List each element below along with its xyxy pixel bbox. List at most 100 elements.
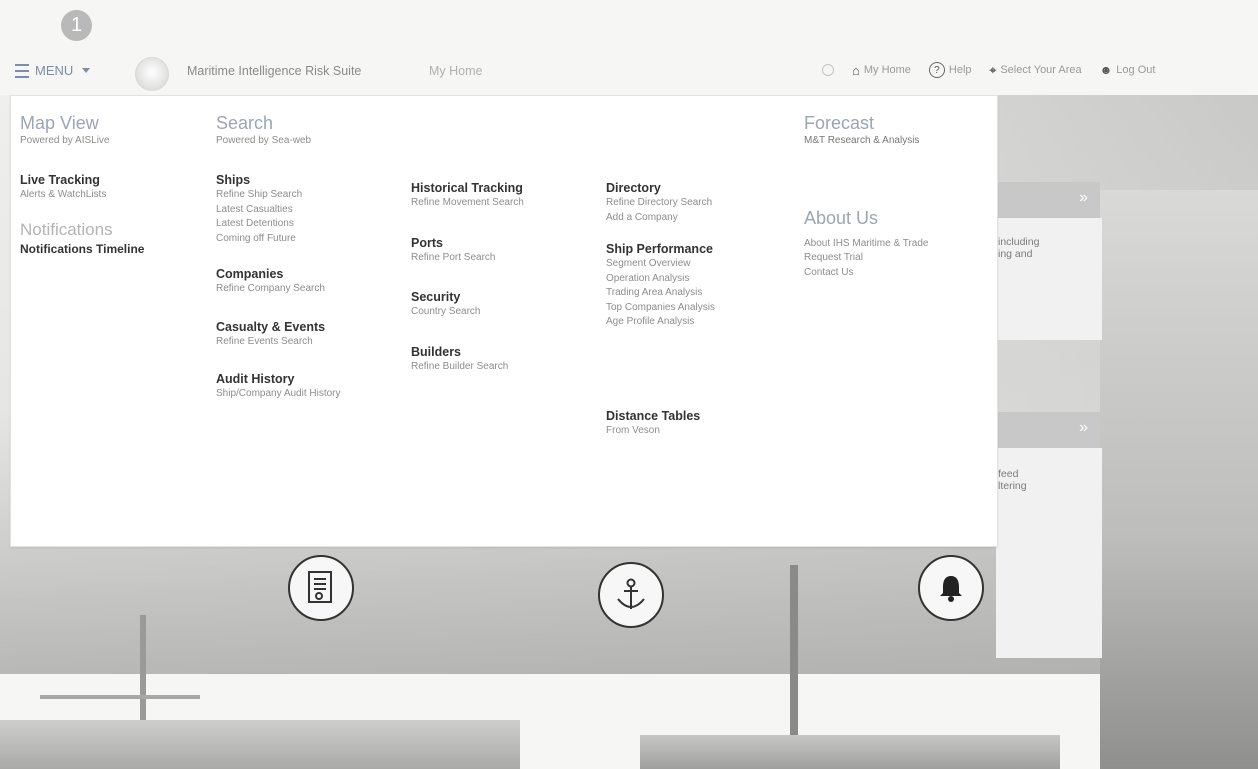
mt-research-link[interactable]: M&T Research & Analysis [804,134,929,149]
security-group: Security Country Search [411,289,524,320]
double-chevron-icon[interactable]: » [1079,419,1088,437]
search-column-2: Historical Tracking Refine Movement Sear… [411,180,524,390]
caret-down-icon [82,68,91,73]
help-icon: ? [928,62,945,78]
ports-link[interactable]: Ports [411,235,524,251]
notifications-timeline-link[interactable]: Notifications Timeline [20,241,144,257]
forecast-column: Forecast M&T Research & Analysis About U… [804,112,929,280]
crane-arm-shape [40,695,200,699]
mega-menu: Map View Powered by AISLive Live Trackin… [10,95,998,547]
ships-group: Ships Refine Ship Search Latest Casualti… [216,172,341,246]
notifications-heading[interactable]: Notifications [20,219,144,241]
audit-history-group: Audit History Ship/Company Audit History [216,371,341,402]
double-chevron-icon[interactable]: » [1079,189,1088,207]
refine-builder-search-link[interactable]: Refine Builder Search [411,360,524,375]
breadcrumb[interactable]: My Home [429,64,482,78]
ship-shape [640,735,1060,769]
card-text: ltering [998,480,1027,492]
forecast-heading[interactable]: Forecast [804,112,929,134]
anchor-glyph-icon [617,578,645,609]
select-area-link[interactable]: ⌖ Select Your Area [990,63,1082,78]
refine-movement-search-link[interactable]: Refine Movement Search [411,196,524,211]
logo[interactable] [135,57,169,91]
trading-area-analysis-link[interactable]: Trading Area Analysis [606,286,715,301]
live-tracking-link[interactable]: Live Tracking [20,172,144,188]
user-icon: ☻ [1099,63,1113,77]
map-view-column: Map View Powered by AISLive Live Trackin… [20,112,144,257]
card-header-strip: » [996,412,1100,448]
builders-link[interactable]: Builders [411,344,524,360]
contact-us-link[interactable]: Contact Us [804,266,929,281]
latest-detentions-link[interactable]: Latest Detentions [216,217,341,232]
companies-link[interactable]: Companies [216,266,341,282]
country-search-link[interactable]: Country Search [411,305,524,320]
about-ihs-link[interactable]: About IHS Maritime & Trade [804,237,929,252]
log-out-link[interactable]: ☻ Log Out [1100,63,1156,77]
refine-port-search-link[interactable]: Refine Port Search [411,251,524,266]
refine-company-search-link[interactable]: Refine Company Search [216,282,341,297]
audit-history-link[interactable]: Audit History [216,371,341,387]
segment-overview-link[interactable]: Segment Overview [606,257,715,272]
menu-button[interactable]: MENU [15,63,91,78]
right-nav: ⌂ My Home ? Help ⌖ Select Your Area ☻ Lo… [822,62,1155,78]
alerts-watchlists-link[interactable]: Alerts & WatchLists [20,188,144,203]
directory-link[interactable]: Directory [606,180,715,196]
casualty-events-link[interactable]: Casualty & Events [216,319,341,335]
notification-dot-icon[interactable] [822,64,834,76]
help-link[interactable]: ? Help [928,62,972,78]
refine-directory-search-link[interactable]: Refine Directory Search [606,196,715,211]
document-icon [308,571,332,603]
add-company-link[interactable]: Add a Company [606,211,715,226]
bell-icon[interactable] [918,555,984,621]
location-icon: ⌖ [989,62,997,77]
my-home-link[interactable]: ⌂ My Home [852,63,911,78]
ship-shape [0,720,520,769]
operation-analysis-link[interactable]: Operation Analysis [606,272,715,287]
live-tracking-group: Live Tracking Alerts & WatchLists [20,172,144,203]
search-heading[interactable]: Search [216,112,341,134]
directory-group: Directory Refine Directory Search Add a … [606,180,715,225]
ships-link[interactable]: Ships [216,172,341,188]
home-icon: ⌂ [852,62,860,78]
card-text: including [998,236,1040,248]
map-view-subtitle: Powered by AISLive [20,135,110,146]
menu-label: MENU [35,63,74,78]
card-body: including ing and [996,218,1102,340]
distance-tables-link[interactable]: Distance Tables [606,408,715,424]
request-trial-link[interactable]: Request Trial [804,251,929,266]
from-veson-link[interactable]: From Veson [606,424,715,439]
ship-performance-link[interactable]: Ship Performance [606,241,715,257]
builders-group: Builders Refine Builder Search [411,344,524,375]
age-profile-analysis-link[interactable]: Age Profile Analysis [606,315,715,330]
coming-off-future-link[interactable]: Coming off Future [216,232,341,247]
card-body: feed ltering [996,448,1102,658]
audit-history-sub-link[interactable]: Ship/Company Audit History [216,387,341,402]
card-text: ing and [998,248,1033,260]
historical-tracking-group: Historical Tracking Refine Movement Sear… [411,180,524,211]
background-right-panel [1100,190,1258,769]
casualty-events-group: Casualty & Events Refine Events Search [216,319,341,350]
bell-glyph-icon [940,576,962,602]
card-header-strip: » [996,182,1100,218]
refine-ship-search-link[interactable]: Refine Ship Search [216,188,341,203]
certificate-document-icon[interactable] [288,555,354,621]
top-companies-analysis-link[interactable]: Top Companies Analysis [606,301,715,316]
companies-group: Companies Refine Company Search [216,266,341,297]
app-title[interactable]: Maritime Intelligence Risk Suite [187,64,361,78]
anchor-icon[interactable] [598,562,664,628]
search-column-3: Directory Refine Directory Search Add a … [606,180,715,454]
latest-casualties-link[interactable]: Latest Casualties [216,203,341,218]
about-us-heading[interactable]: About Us [804,207,929,229]
step-badge: 1 [61,10,92,41]
map-view-heading[interactable]: Map View [20,112,144,134]
card-text: feed [998,468,1019,480]
hamburger-icon [15,63,29,78]
search-column-1: Search Powered by Sea-web Ships Refine S… [216,112,341,418]
security-link[interactable]: Security [411,289,524,305]
ports-group: Ports Refine Port Search [411,235,524,266]
refine-events-search-link[interactable]: Refine Events Search [216,335,341,350]
search-subtitle: Powered by Sea-web [216,135,312,146]
ship-performance-group: Ship Performance Segment Overview Operat… [606,241,715,330]
distance-tables-group: Distance Tables From Veson [606,408,715,439]
historical-tracking-link[interactable]: Historical Tracking [411,180,524,196]
